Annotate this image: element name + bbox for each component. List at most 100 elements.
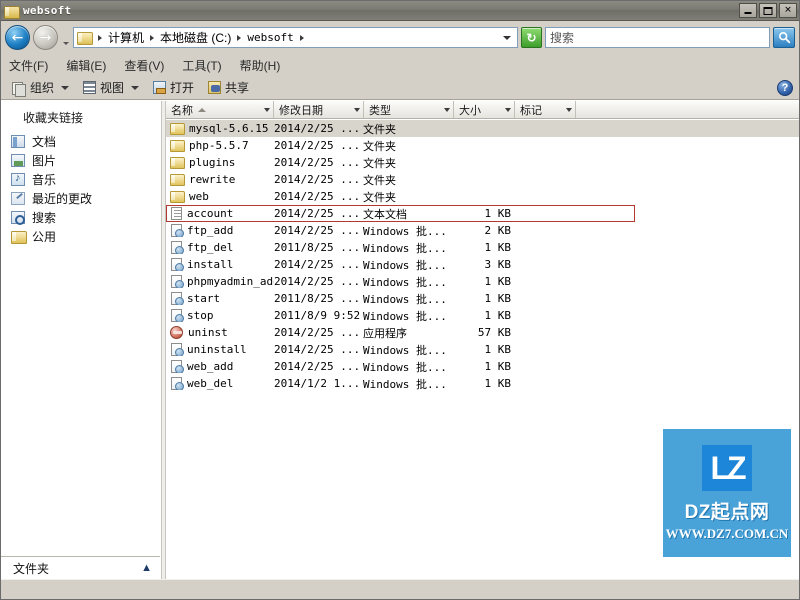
folders-toggle[interactable]: 文件夹 ▲ [1, 557, 160, 579]
table-row[interactable]: start 2011/8/25 ... Windows 批... 1 KB [166, 290, 799, 307]
file-name-label: stop [187, 309, 214, 322]
share-label: 共享 [225, 81, 250, 95]
breadcrumb-separator-icon[interactable] [237, 34, 242, 41]
column-dropdown-size[interactable] [502, 101, 515, 118]
sort-ascending-icon [198, 107, 206, 112]
file-name-cell: start [166, 292, 274, 305]
organize-button[interactable]: 组织 [9, 78, 71, 97]
minimize-button[interactable] [739, 3, 757, 18]
menu-help[interactable]: 帮助(H) [240, 57, 281, 74]
file-size-cell: 1 KB [484, 377, 512, 390]
main-content: 收藏夹链接 文档 图片 音乐 最近的更改 [1, 100, 799, 579]
file-date-cell: 2014/2/25 ... [274, 122, 361, 135]
table-row[interactable]: rewrite 2014/2/25 ... 文件夹 [166, 171, 799, 188]
watermark-title: DZ起点网 [684, 501, 770, 523]
help-button[interactable]: ? [777, 79, 793, 96]
organize-icon [11, 81, 26, 97]
share-button[interactable]: 共享 [206, 78, 251, 97]
file-name-cell: stop [166, 309, 274, 322]
forward-button[interactable]: → [33, 25, 58, 50]
breadcrumb-separator-icon[interactable] [98, 34, 102, 41]
breadcrumb-separator-icon[interactable] [299, 34, 304, 41]
sidebar-item-pictures[interactable]: 图片 [1, 151, 160, 170]
help-icon: ? [781, 81, 789, 94]
column-dropdown-name[interactable] [261, 101, 274, 118]
breadcrumb-local-disk[interactable]: 本地磁盘 (C:) [160, 29, 231, 46]
table-row[interactable]: web_del 2014/1/2 1... Windows 批... 1 KB [166, 375, 799, 392]
column-dropdown-type[interactable] [441, 101, 454, 118]
breadcrumb-websoft[interactable]: websoft [247, 31, 293, 44]
close-button[interactable]: ✕ [779, 3, 797, 18]
open-button[interactable]: 打开 [151, 78, 196, 97]
file-name-cell: mysql-5.6.15 [166, 122, 274, 135]
sidebar-item-music[interactable]: 音乐 [1, 170, 160, 189]
table-row[interactable]: install 2014/2/25 ... Windows 批... 3 KB [166, 256, 799, 273]
refresh-button[interactable]: ↻ [521, 27, 542, 48]
file-type-cell: Windows 批... [363, 224, 447, 238]
menu-tools[interactable]: 工具(T) [182, 57, 221, 74]
table-row[interactable]: web 2014/2/25 ... 文件夹 [166, 188, 799, 205]
table-row[interactable]: ftp_add 2014/2/25 ... Windows 批... 2 KB [166, 222, 799, 239]
sidebar-item-label: 公用 [32, 230, 57, 244]
search-input[interactable]: 搜索 [545, 27, 770, 48]
sidebar-item-public[interactable]: 公用 [1, 227, 160, 246]
pictures-icon [11, 154, 25, 167]
file-name-label: phpmyadmin_add [187, 275, 274, 288]
sidebar-item-search[interactable]: 搜索 [1, 208, 160, 227]
text-file-icon [171, 207, 182, 220]
file-type-cell: 文件夹 [363, 157, 396, 170]
menu-file[interactable]: 文件(F) [9, 57, 48, 74]
column-label-type: 类型 [369, 104, 391, 117]
search-button[interactable] [773, 27, 795, 48]
menu-view[interactable]: 查看(V) [124, 57, 164, 74]
table-row[interactable]: stop 2011/8/9 9:52 Windows 批... 1 KB [166, 307, 799, 324]
column-header-size[interactable]: 大小 [454, 101, 502, 118]
column-header-tag[interactable]: 标记 [515, 101, 563, 118]
view-label: 视图 [100, 81, 125, 95]
address-dropdown-button[interactable] [500, 28, 514, 47]
sidebar-item-documents[interactable]: 文档 [1, 132, 160, 151]
breadcrumb-computer[interactable]: 计算机 [108, 29, 144, 46]
column-dropdown-tag[interactable] [563, 101, 576, 118]
column-dropdown-date[interactable] [351, 101, 364, 118]
file-date-cell: 2014/2/25 ... [274, 258, 361, 271]
column-header-type[interactable]: 类型 [364, 101, 441, 118]
file-size-cell: 57 KB [477, 326, 511, 339]
table-row[interactable]: uninst 2014/2/25 ... 应用程序 57 KB [166, 324, 799, 341]
table-row[interactable]: account 2014/2/25 ... 文本文档 1 KB [166, 205, 799, 222]
address-bar[interactable]: 计算机 本地磁盘 (C:) websoft [73, 27, 518, 48]
file-size-cell: 1 KB [484, 292, 512, 305]
maximize-button[interactable] [759, 3, 777, 18]
column-label-size: 大小 [459, 104, 481, 117]
table-row[interactable]: plugins 2014/2/25 ... 文件夹 [166, 154, 799, 171]
title-bar[interactable]: websoft ✕ [1, 1, 799, 21]
public-folder-icon [11, 230, 27, 244]
table-row[interactable]: uninstall 2014/2/25 ... Windows 批... 1 KB [166, 341, 799, 358]
file-name-cell: install [166, 258, 274, 271]
file-name-label: start [187, 292, 221, 305]
file-name-cell: phpmyadmin_add [166, 275, 274, 288]
column-header-name[interactable]: 名称 [166, 101, 261, 118]
table-row[interactable]: ftp_del 2011/8/25 ... Windows 批... 1 KB [166, 239, 799, 256]
file-name-label: mysql-5.6.15 [189, 122, 269, 135]
breadcrumb-separator-icon[interactable] [150, 34, 155, 41]
back-button[interactable]: ← [5, 25, 30, 50]
open-label: 打开 [170, 81, 195, 95]
share-icon [208, 81, 222, 94]
file-name-cell: account [166, 207, 274, 220]
table-row[interactable]: phpmyadmin_add 2014/2/25 ... Windows 批... 1… [166, 273, 799, 290]
view-icon [83, 81, 97, 94]
file-name-cell: web [166, 190, 274, 203]
file-name-label: install [187, 258, 234, 271]
sidebar-item-recent-changes[interactable]: 最近的更改 [1, 189, 160, 208]
file-name-cell: web_add [166, 360, 274, 373]
history-dropdown-button[interactable] [61, 25, 70, 50]
file-date-cell: 2014/2/25 ... [274, 190, 361, 203]
file-type-cell: 文件夹 [363, 191, 396, 204]
table-row[interactable]: php-5.5.7 2014/2/25 ... 文件夹 [166, 137, 799, 154]
column-header-date[interactable]: 修改日期 [274, 101, 351, 118]
menu-edit[interactable]: 编辑(E) [66, 57, 106, 74]
table-row[interactable]: web_add 2014/2/25 ... Windows 批... 1 KB [166, 358, 799, 375]
table-row[interactable]: mysql-5.6.15 2014/2/25 ... 文件夹 [166, 120, 799, 137]
view-button[interactable]: 视图 [81, 78, 141, 97]
